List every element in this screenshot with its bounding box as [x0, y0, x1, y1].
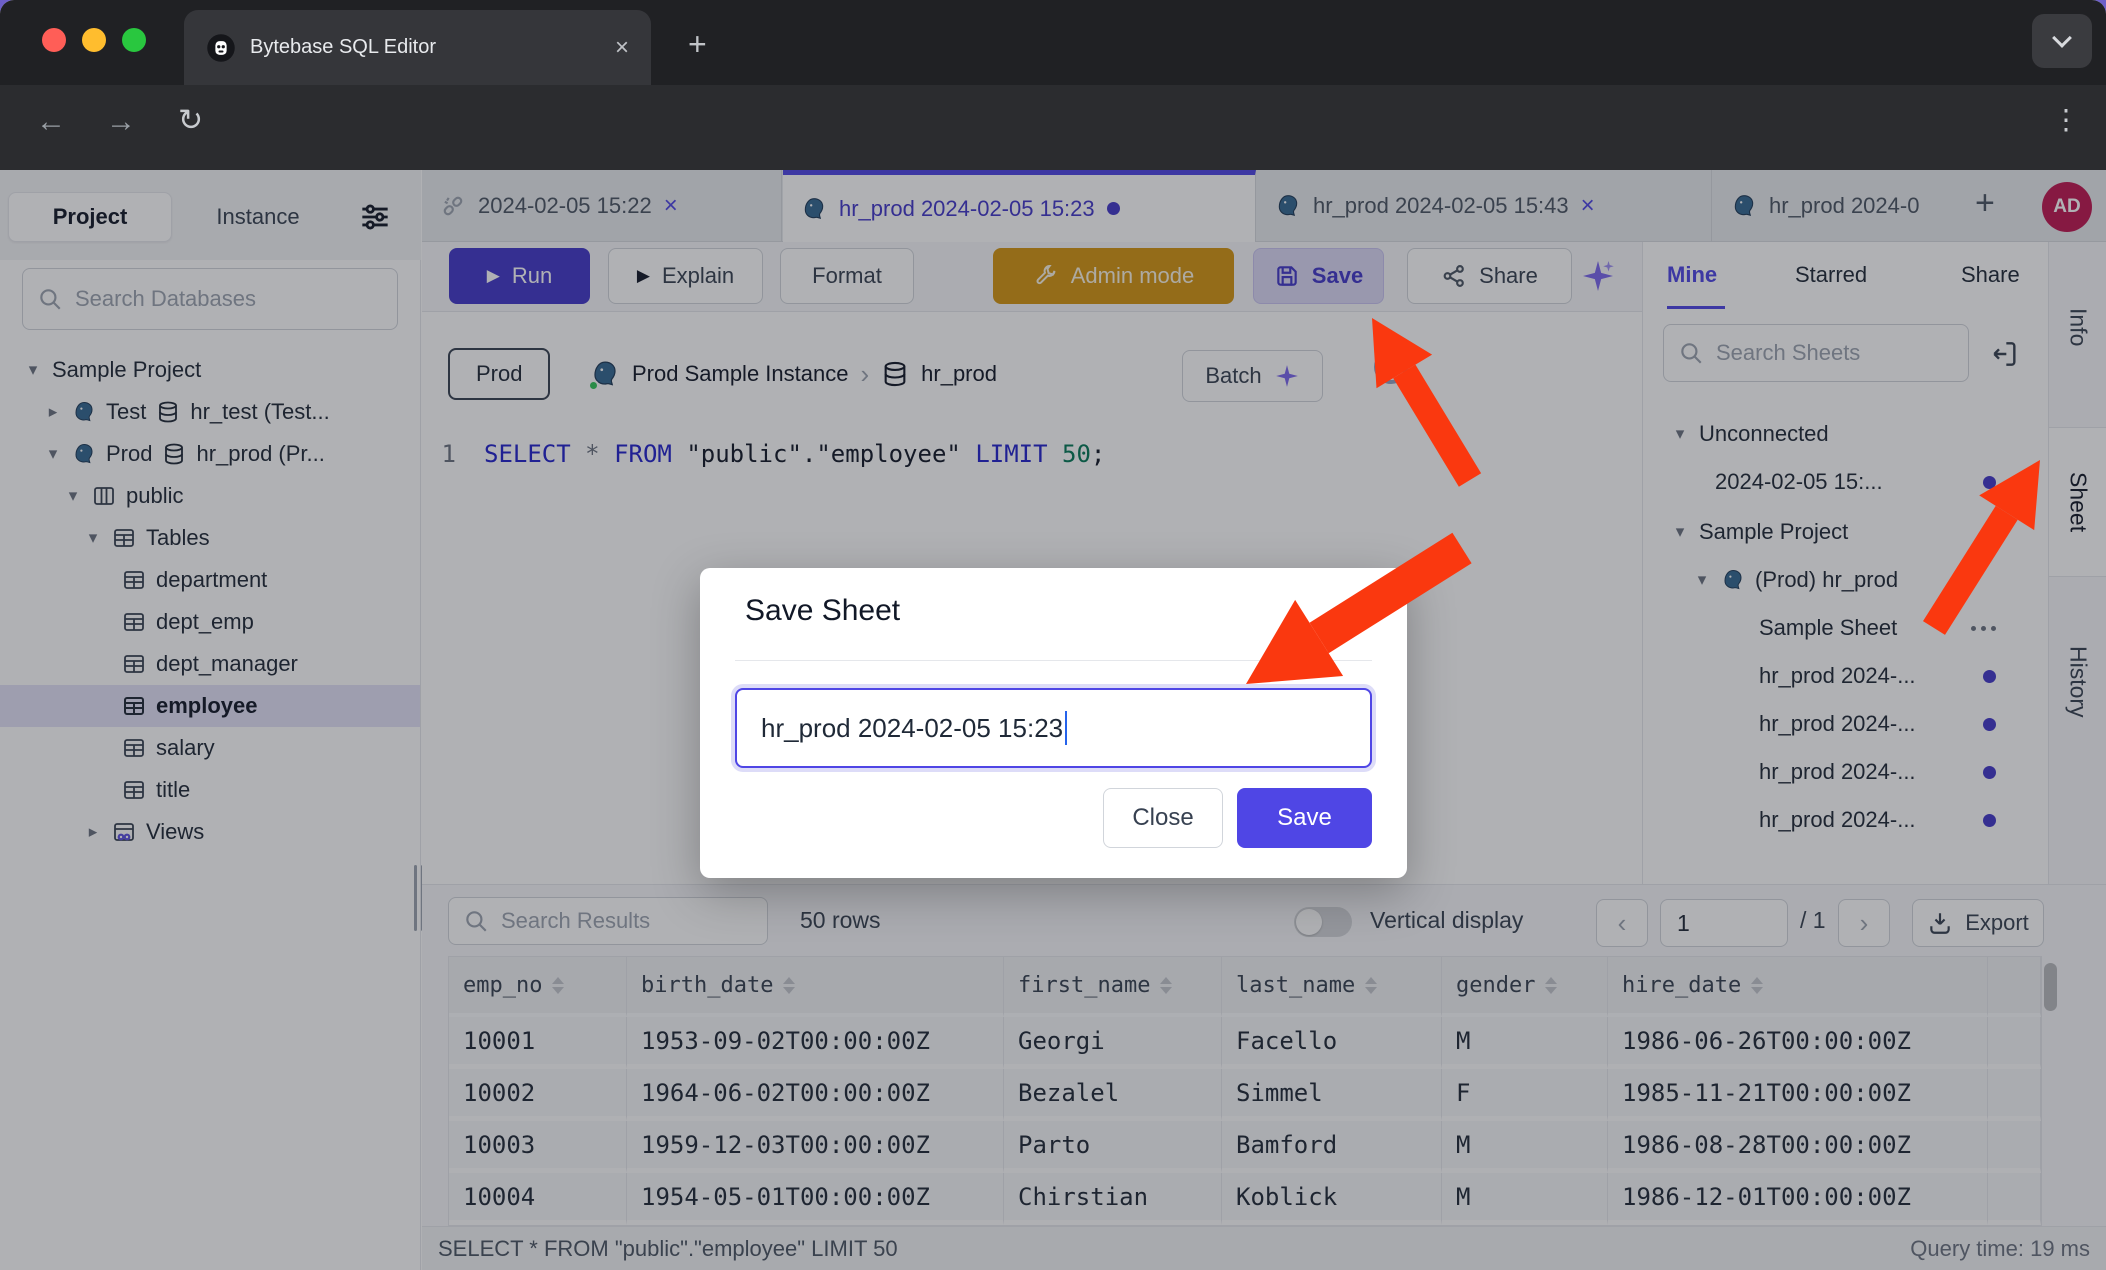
- browser-tab[interactable]: Bytebase SQL Editor ×: [184, 10, 651, 85]
- chevron-down-icon: [2052, 28, 2072, 48]
- save-sheet-modal: Save Sheet × hr_prod 2024-02-05 15:23 Cl…: [700, 568, 1407, 878]
- modal-title: Save Sheet: [745, 594, 900, 628]
- tab-close-icon[interactable]: ×: [615, 34, 629, 62]
- bytebase-app: Project Instance ▾ Sample Project ▸ Test: [0, 170, 2106, 1270]
- text-caret: [1065, 711, 1067, 745]
- bytebase-favicon: [206, 33, 236, 63]
- new-tab-icon[interactable]: +: [688, 26, 707, 63]
- screen: Bytebase SQL Editor × + ← → ↻ ⓘ localhos…: [0, 0, 2106, 1270]
- browser-window: Bytebase SQL Editor × + ← → ↻ ⓘ localhos…: [0, 0, 2106, 1270]
- window-close-button[interactable]: [42, 28, 66, 52]
- back-icon[interactable]: ←: [36, 105, 66, 139]
- forward-icon[interactable]: →: [106, 105, 136, 139]
- browser-tab-strip: Bytebase SQL Editor × +: [0, 0, 2106, 85]
- modal-save-button[interactable]: Save: [1237, 788, 1372, 848]
- window-zoom-button[interactable]: [122, 28, 146, 52]
- tab-search-button[interactable]: [2032, 14, 2092, 68]
- reload-icon[interactable]: ↻: [178, 103, 203, 138]
- browser-menu-icon[interactable]: ⋮: [2052, 103, 2080, 136]
- window-minimize-button[interactable]: [82, 28, 106, 52]
- modal-close-icon[interactable]: ×: [1352, 590, 1371, 627]
- modal-divider: [735, 660, 1372, 661]
- browser-tab-title: Bytebase SQL Editor: [250, 36, 601, 59]
- sheet-name-input[interactable]: hr_prod 2024-02-05 15:23: [735, 688, 1372, 768]
- browser-nav-bar: ← → ↻ ⓘ localhost:8080/sql-editor/prod-s…: [0, 85, 2106, 170]
- modal-close-button[interactable]: Close: [1103, 788, 1223, 848]
